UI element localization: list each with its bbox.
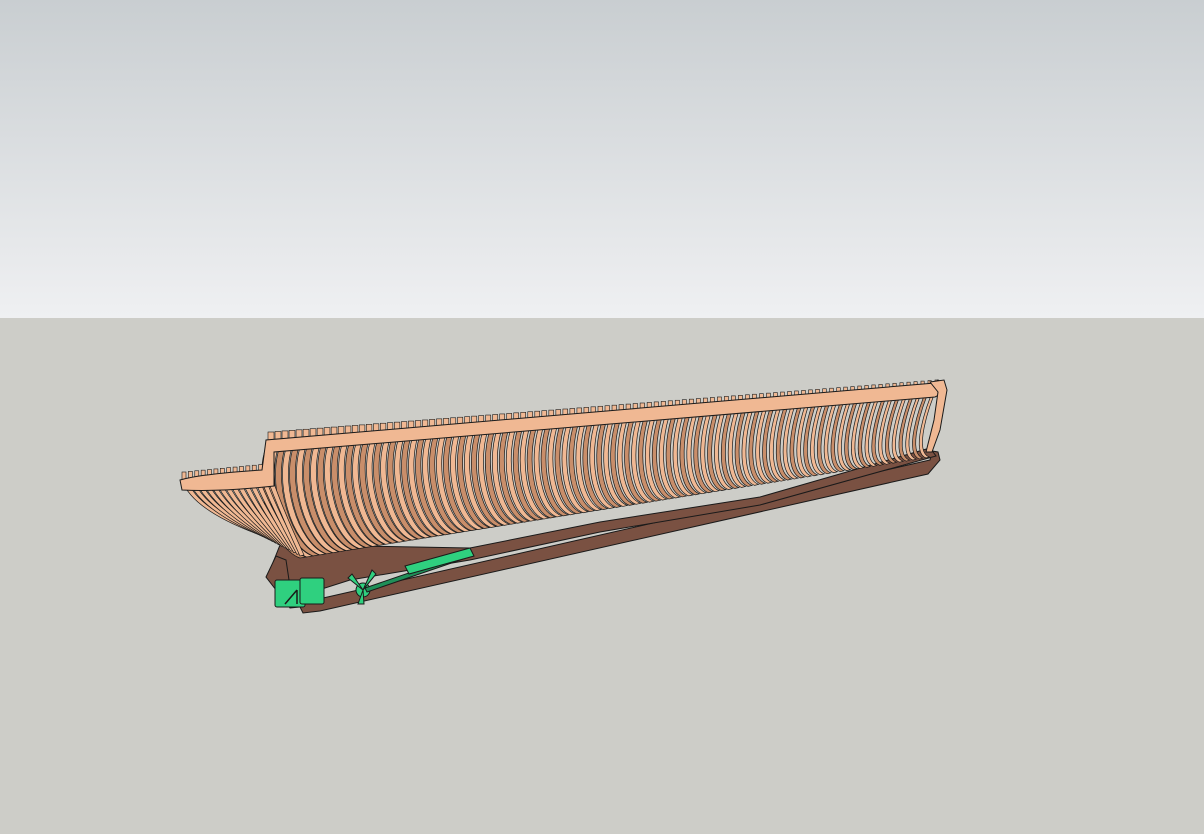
rudder-assembly[interactable]	[274, 577, 325, 608]
sketchup-viewport[interactable]	[0, 0, 1204, 834]
rudder-box-side	[299, 577, 325, 605]
ship-hull-model[interactable]	[0, 0, 1204, 834]
